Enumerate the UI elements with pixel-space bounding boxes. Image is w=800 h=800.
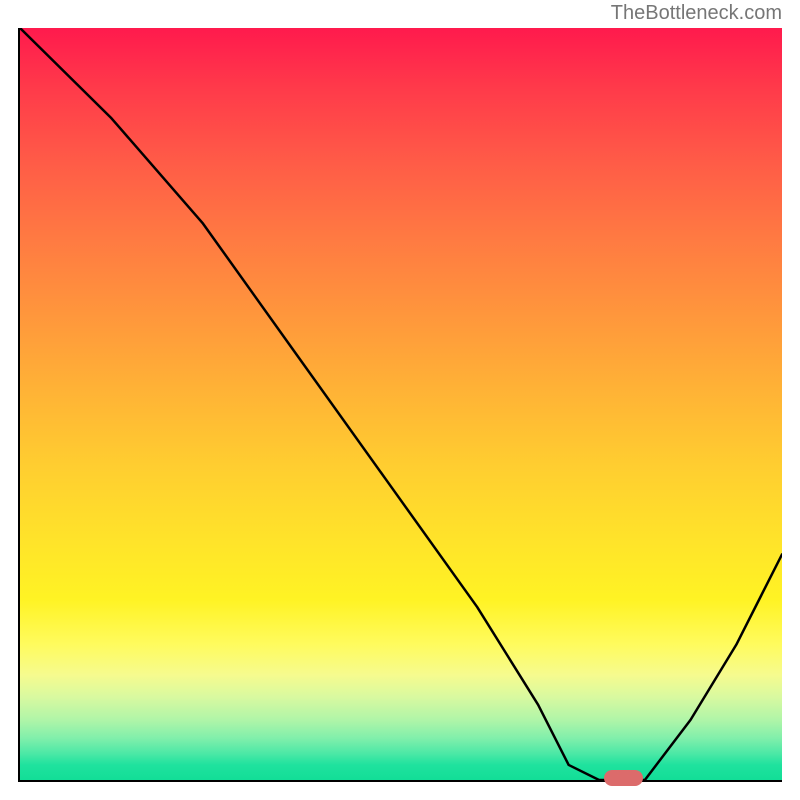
optimal-point-marker <box>604 770 642 785</box>
watermark-label: TheBottleneck.com <box>611 2 782 25</box>
bottleneck-curve <box>20 28 782 780</box>
plot-area <box>18 28 782 782</box>
